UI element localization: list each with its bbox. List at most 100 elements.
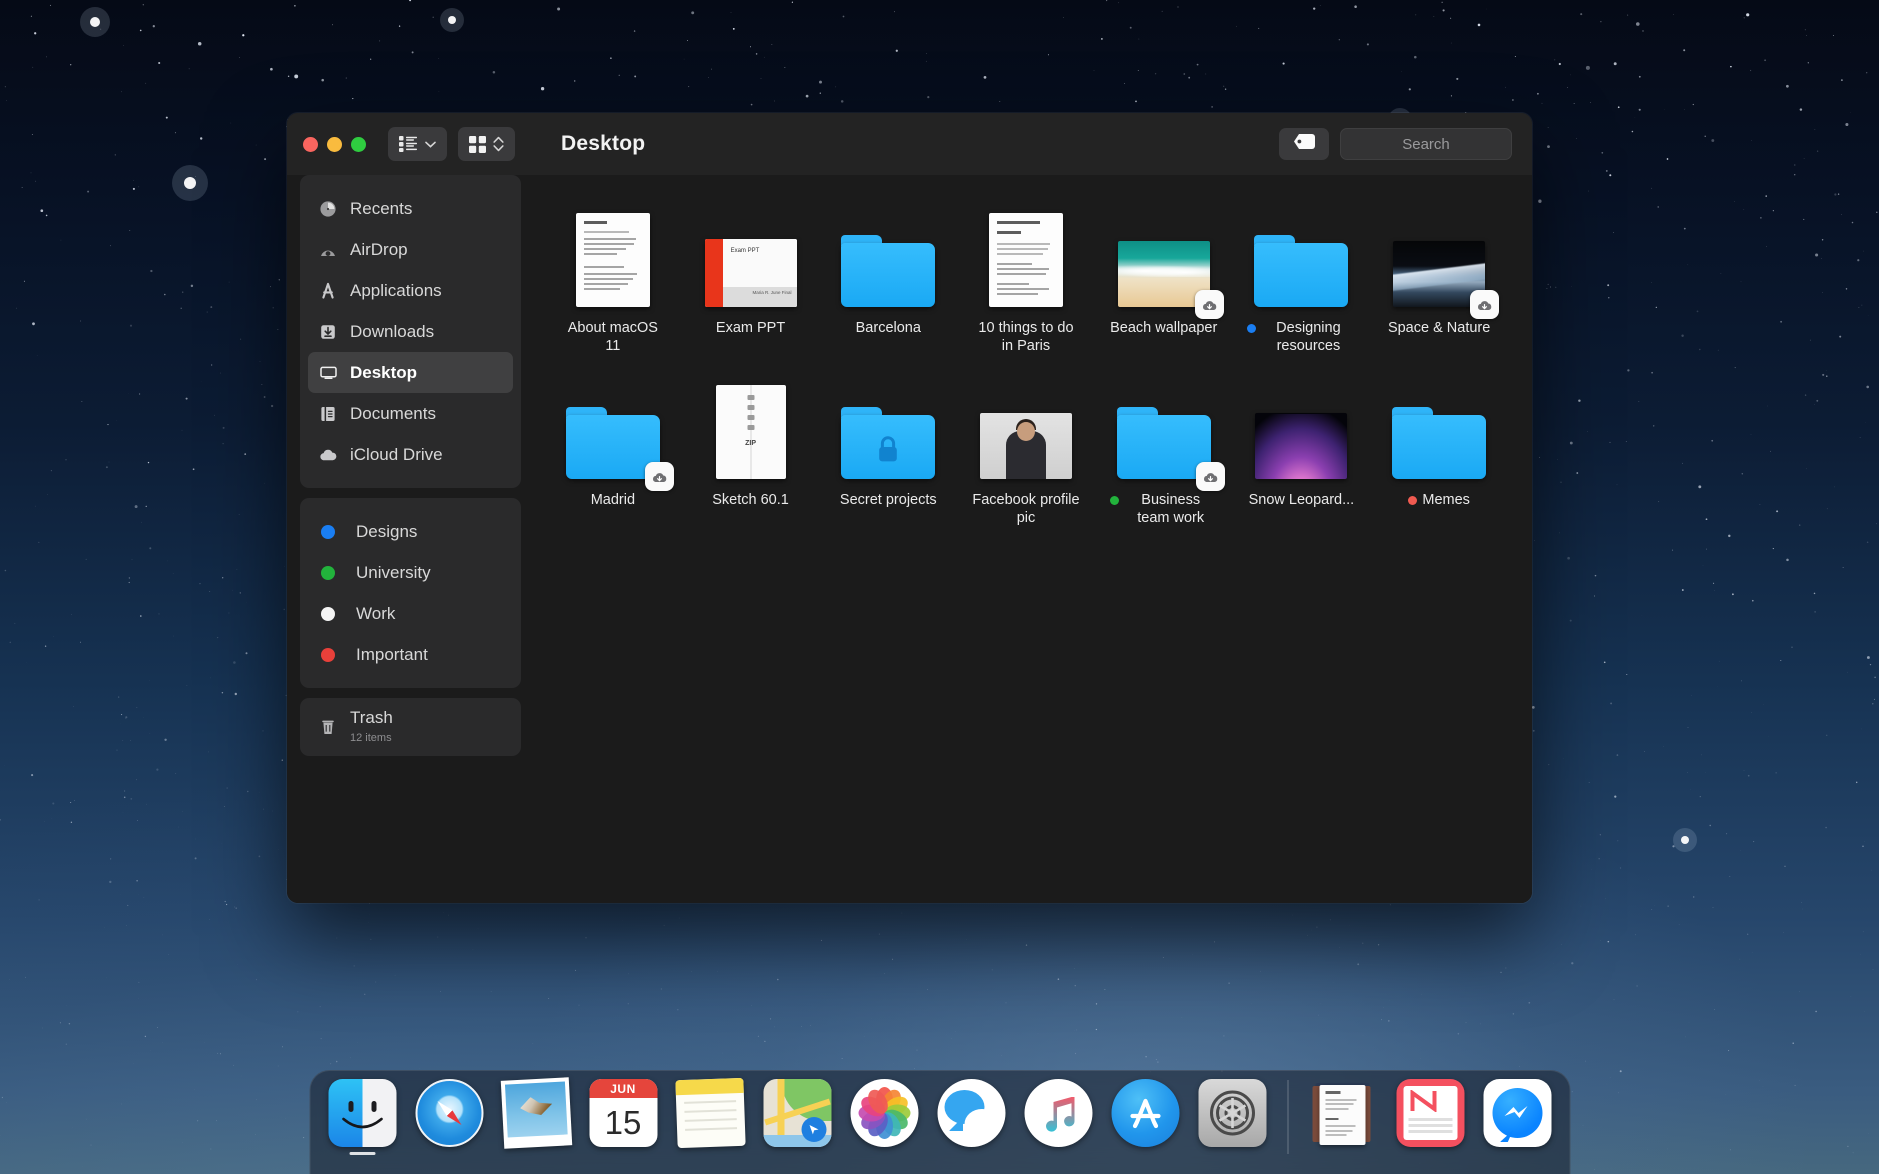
file-item[interactable]: Madrid xyxy=(544,381,682,527)
dock-item-news[interactable] xyxy=(1392,1071,1468,1161)
sidebar-trash-group[interactable]: Trash 12 items xyxy=(300,698,521,756)
tag-color-dot xyxy=(321,648,335,662)
file-item[interactable]: Exam PPT Maria R. June Final Exam PPT xyxy=(682,209,820,355)
image-thumbnail xyxy=(980,413,1072,479)
file-item[interactable]: About macOS 11 xyxy=(544,209,682,355)
file-item[interactable]: 10 things to do in Paris xyxy=(957,209,1095,355)
file-item[interactable]: Memes xyxy=(1370,381,1508,527)
file-item[interactable]: Barcelona xyxy=(819,209,957,355)
sidebar-item-recents[interactable]: Recents xyxy=(308,188,513,229)
location-arrow-icon xyxy=(801,1117,826,1142)
photos-icon xyxy=(850,1079,918,1147)
sidebar-item-icloud-drive[interactable]: iCloud Drive xyxy=(308,434,513,475)
dock: JUN 15 xyxy=(309,1070,1570,1174)
slide-title: Exam PPT xyxy=(731,248,797,254)
sidebar-tag-important[interactable]: Important xyxy=(308,634,513,675)
calendar-month: JUN xyxy=(589,1079,657,1098)
zip-archive-icon: ZIP xyxy=(716,385,786,479)
file-tag-dot xyxy=(1110,496,1119,505)
calendar-icon: JUN 15 xyxy=(589,1079,657,1147)
finder-icon xyxy=(328,1079,396,1147)
dock-item-finder[interactable] xyxy=(324,1071,400,1161)
file-item[interactable]: Facebook profile pic xyxy=(957,381,1095,527)
sidebar-tag-label: Important xyxy=(356,645,428,665)
tag-button[interactable] xyxy=(1279,128,1329,160)
file-thumbnail xyxy=(1095,209,1233,307)
page-title: Desktop xyxy=(561,132,645,156)
dock-item-app-store[interactable] xyxy=(1107,1071,1183,1161)
tag-color-dot xyxy=(321,525,335,539)
app-store-icon xyxy=(1111,1079,1179,1147)
dock-item-system-preferences[interactable] xyxy=(1194,1071,1270,1161)
file-thumbnail xyxy=(957,209,1095,307)
file-item[interactable]: Business team work xyxy=(1095,381,1233,527)
close-button[interactable] xyxy=(303,137,318,152)
file-thumbnail xyxy=(819,209,957,307)
trash-icon xyxy=(318,717,338,737)
news-icon xyxy=(1396,1079,1464,1147)
file-name-text: Secret projects xyxy=(840,491,937,509)
file-item[interactable]: Snow Leopard... xyxy=(1233,381,1371,527)
file-thumbnail: Exam PPT Maria R. June Final xyxy=(682,209,820,307)
itunes-icon xyxy=(1024,1079,1092,1147)
grid-view-icon xyxy=(469,136,486,153)
icloud-download-badge-icon[interactable] xyxy=(1195,290,1224,319)
finder-body: Recents AirDrop Applications xyxy=(287,175,1532,903)
document-stack-icon xyxy=(1309,1079,1377,1147)
file-item[interactable]: Secret projects xyxy=(819,381,957,527)
sidebar-tag-work[interactable]: Work xyxy=(308,593,513,634)
sidebar-tag-designs[interactable]: Designs xyxy=(308,511,513,552)
icloud-download-badge-icon[interactable] xyxy=(1470,290,1499,319)
dock-item-photos[interactable] xyxy=(846,1071,922,1161)
sidebar-tag-university[interactable]: University xyxy=(308,552,513,593)
image-thumbnail xyxy=(1255,413,1347,479)
file-item[interactable]: ZIP Sketch 60.1 xyxy=(682,381,820,527)
file-name: Madrid xyxy=(591,491,635,509)
sidebar-favorites-group: Recents AirDrop Applications xyxy=(300,175,521,488)
file-name: Snow Leopard... xyxy=(1249,491,1355,509)
grid-view-button[interactable] xyxy=(458,127,515,161)
list-view-button[interactable] xyxy=(388,127,447,161)
search-input[interactable]: Search xyxy=(1340,128,1512,160)
minimize-button[interactable] xyxy=(327,137,342,152)
trash-count: 12 items xyxy=(350,732,392,744)
zoom-button[interactable] xyxy=(351,137,366,152)
file-name: Business team work xyxy=(1110,491,1218,527)
file-name: Barcelona xyxy=(856,319,921,337)
file-tag-dot xyxy=(1247,324,1256,333)
zip-label: ZIP xyxy=(745,440,756,447)
dock-item-calendar[interactable]: JUN 15 xyxy=(585,1071,661,1161)
sidebar-item-applications[interactable]: Applications xyxy=(308,270,513,311)
dock-item-maps[interactable] xyxy=(759,1071,835,1161)
running-indicator xyxy=(349,1152,375,1156)
file-item[interactable]: Beach wallpaper xyxy=(1095,209,1233,355)
sidebar-item-airdrop[interactable]: AirDrop xyxy=(308,229,513,270)
file-name: Exam PPT xyxy=(716,319,785,337)
dock-item-preview[interactable] xyxy=(498,1071,574,1161)
file-name-text: 10 things to do in Paris xyxy=(972,319,1080,355)
sidebar-item-label: Recents xyxy=(350,199,412,219)
dock-item-itunes[interactable] xyxy=(1020,1071,1096,1161)
file-name: Facebook profile pic xyxy=(972,491,1080,527)
desktop-icon xyxy=(318,363,338,383)
dock-item-messages[interactable] xyxy=(933,1071,1009,1161)
dock-item-safari[interactable] xyxy=(411,1071,487,1161)
document-icon xyxy=(989,213,1063,307)
documents-icon xyxy=(318,404,338,424)
icloud-download-badge-icon[interactable] xyxy=(1196,462,1225,491)
dock-item-documents-stack[interactable] xyxy=(1305,1071,1381,1161)
file-item[interactable]: Space & Nature xyxy=(1370,209,1508,355)
file-item[interactable]: Designing resources xyxy=(1233,209,1371,355)
sidebar-item-downloads[interactable]: Downloads xyxy=(308,311,513,352)
finder-smile-icon xyxy=(341,1117,383,1133)
dock-item-messenger[interactable] xyxy=(1479,1071,1555,1161)
icloud-download-badge-icon[interactable] xyxy=(645,462,674,491)
notes-icon xyxy=(675,1078,745,1148)
sidebar-item-documents[interactable]: Documents xyxy=(308,393,513,434)
sidebar-item-desktop[interactable]: Desktop xyxy=(308,352,513,393)
file-thumbnail xyxy=(1370,381,1508,479)
messenger-icon xyxy=(1483,1079,1551,1147)
sidebar-tag-label: University xyxy=(356,563,431,583)
dock-item-notes[interactable] xyxy=(672,1071,748,1161)
sidebar-item-trash[interactable]: Trash 12 items xyxy=(308,708,513,746)
